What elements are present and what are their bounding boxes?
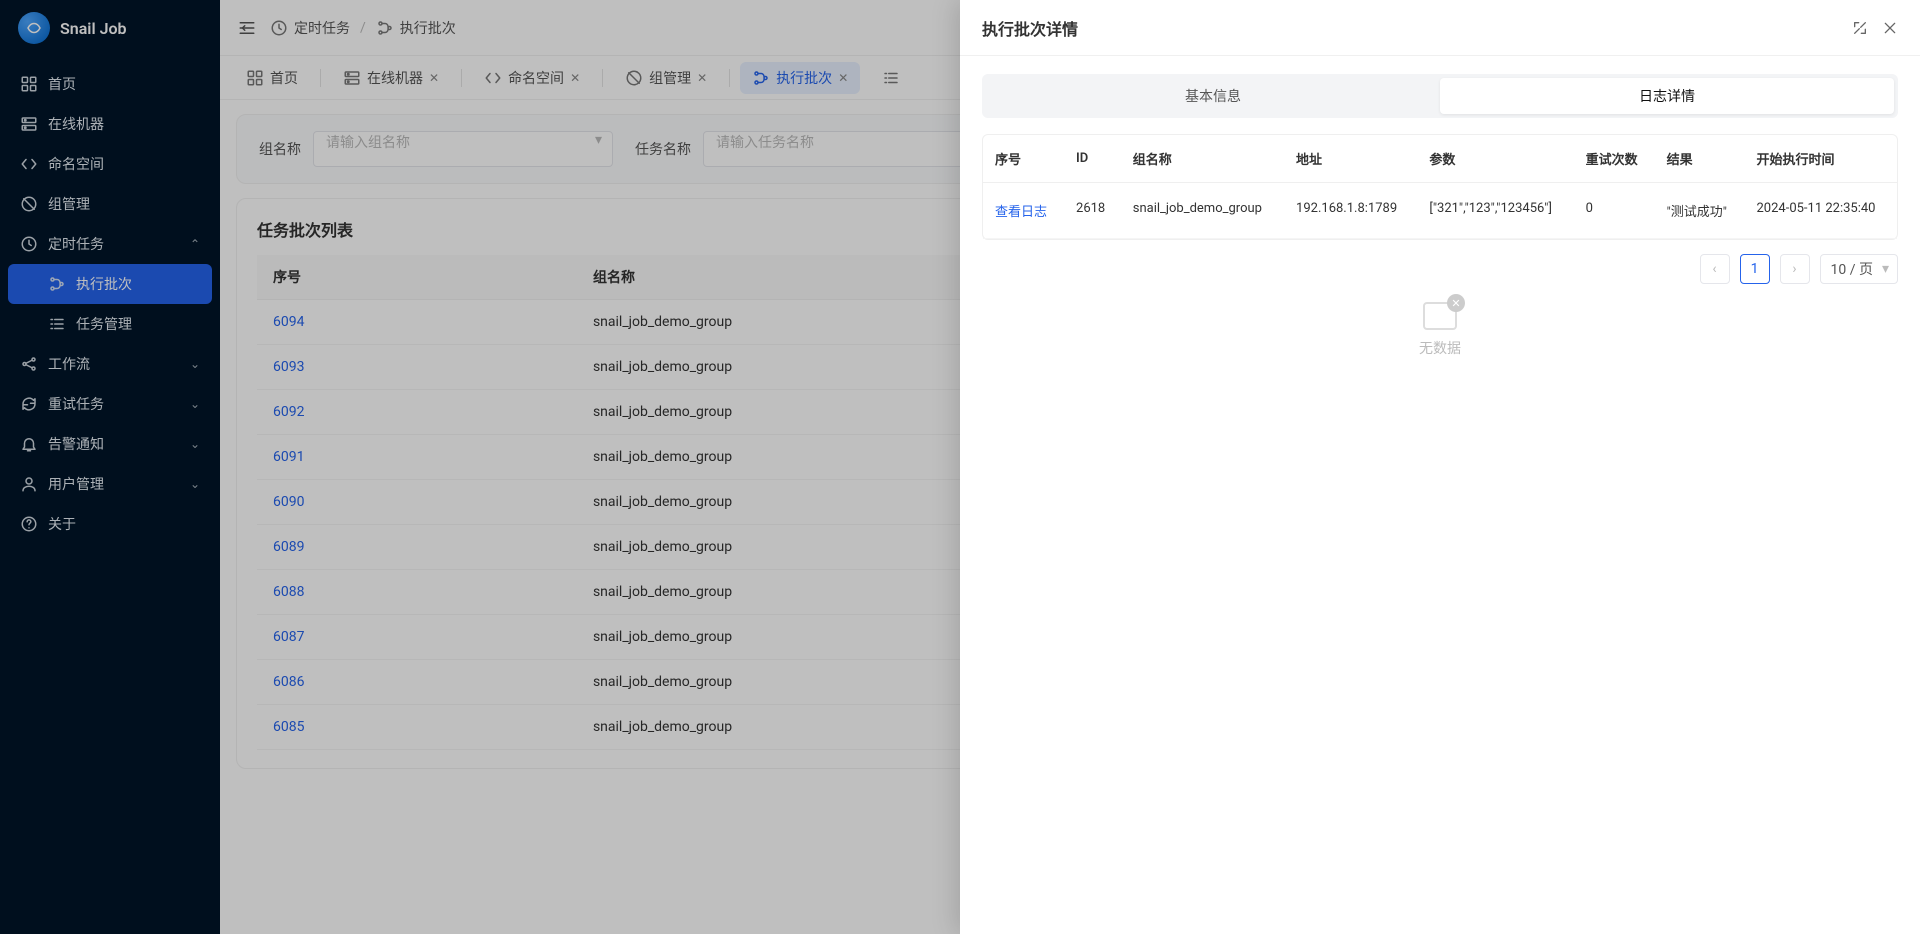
empty-state: 无数据 [982, 302, 1898, 358]
detail-start: 2024-05-11 22:35:40 [1745, 183, 1898, 239]
drawer-close-button[interactable] [1882, 20, 1898, 36]
detail-group: snail_job_demo_group [1121, 183, 1284, 239]
pager-next-button[interactable]: › [1780, 254, 1810, 284]
drawer-body: 基本信息 日志详情 序号ID组名称地址参数重试次数结果开始执行时间 查看日志26… [960, 56, 1920, 934]
detail-col-5: 重试次数 [1574, 135, 1655, 183]
pager-size-select[interactable]: 10 / 页 [1820, 254, 1898, 284]
detail-retry: 0 [1574, 183, 1655, 239]
detail-result: "测试成功" [1655, 183, 1745, 239]
drawer-tab-segment: 基本信息 日志详情 [982, 74, 1898, 118]
detail-params: ["321","123","123456"] [1417, 183, 1573, 239]
detail-addr: 192.168.1.8:1789 [1284, 183, 1417, 239]
empty-text: 无数据 [1419, 338, 1461, 358]
drawer-tab-basic[interactable]: 基本信息 [986, 78, 1440, 114]
detail-col-0: 序号 [983, 135, 1064, 183]
detail-col-1: ID [1064, 135, 1121, 183]
detail-col-3: 地址 [1284, 135, 1417, 183]
detail-col-2: 组名称 [1121, 135, 1284, 183]
pager-page-1[interactable]: 1 [1740, 254, 1770, 284]
detail-col-6: 结果 [1655, 135, 1745, 183]
empty-icon [1423, 302, 1457, 330]
drawer-tab-log[interactable]: 日志详情 [1440, 78, 1894, 114]
detail-col-7: 开始执行时间 [1745, 135, 1898, 183]
drawer-fullscreen-button[interactable] [1852, 20, 1868, 36]
view-log-link[interactable]: 查看日志 [983, 183, 1064, 239]
drawer-title: 执行批次详情 [982, 16, 1078, 40]
detail-id: 2618 [1064, 183, 1121, 239]
detail-col-4: 参数 [1417, 135, 1573, 183]
detail-table: 序号ID组名称地址参数重试次数结果开始执行时间 查看日志2618snail_jo… [982, 134, 1898, 240]
detail-row: 查看日志2618snail_job_demo_group192.168.1.8:… [983, 183, 1897, 239]
pager-prev-button[interactable]: ‹ [1700, 254, 1730, 284]
detail-pagination: ‹ 1 › 10 / 页 [982, 254, 1898, 284]
detail-drawer: 执行批次详情 基本信息 日志详情 序号ID组名称地址参数重试次数结果开始执行时间… [960, 0, 1920, 934]
drawer-header: 执行批次详情 [960, 0, 1920, 56]
